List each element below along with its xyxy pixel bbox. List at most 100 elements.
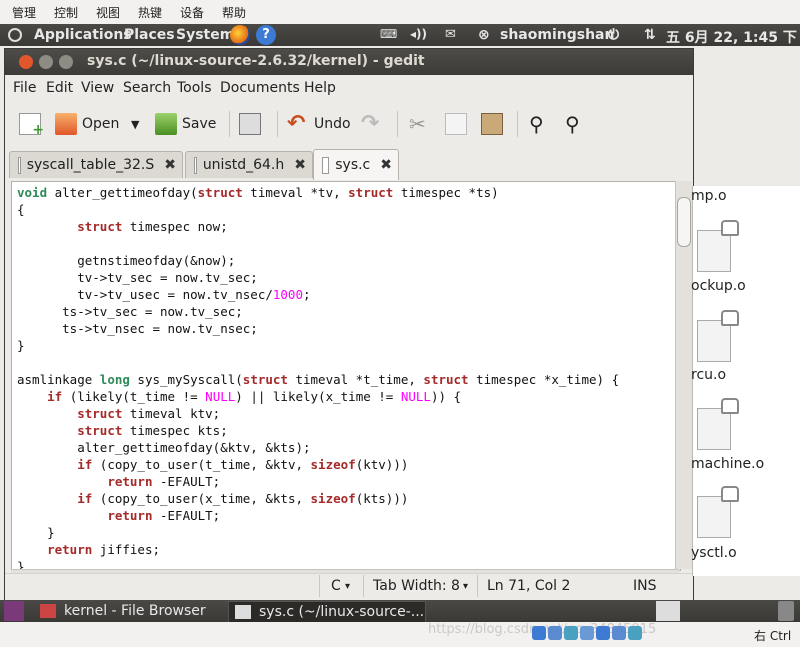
display-icon[interactable] [596,626,610,640]
file-name[interactable]: rcu.o [691,367,726,383]
firefox-icon[interactable] [230,25,250,45]
file-icon[interactable] [697,320,731,362]
menu-search[interactable]: Search [123,80,171,96]
find-replace-button[interactable]: ⚲ [565,109,592,139]
menu-help[interactable]: Help [304,80,336,96]
help-icon[interactable]: ? [256,25,276,45]
places-menu[interactable]: Places [124,27,175,43]
file-name[interactable]: ysctl.o [691,545,737,561]
applications-menu[interactable]: Applications [34,27,132,43]
code-line[interactable]: getnstimeofday(&now); [17,253,235,268]
minimize-window-icon[interactable] [39,55,53,69]
code-line[interactable]: if (likely(t_time != NULL) || likely(x_t… [17,389,461,404]
power-icon[interactable]: ⏻ [608,27,619,43]
username[interactable]: shaomingshan [500,27,614,43]
code-line[interactable]: struct timespec kts; [17,423,228,438]
cdrom-icon[interactable] [532,626,546,640]
system-menu[interactable]: System [176,27,234,43]
tab-width-selector[interactable]: Tab Width: 8 [373,578,460,594]
clock[interactable]: 五 6月 22, 1:45 下 [666,27,797,47]
code-line[interactable]: if (copy_to_user(x_time, &kts, sizeof(kt… [17,491,408,506]
code-line[interactable]: ts->tv_sec = now.tv_sec; [17,304,243,319]
new-button[interactable]: + [19,109,46,139]
code-line[interactable]: asmlinkage long sys_mySyscall(struct tim… [17,372,619,387]
file-name[interactable]: mp.o [691,188,727,204]
volume-icon[interactable]: ◂)) [410,27,427,41]
status-separator [477,575,478,597]
folder-icon [40,604,56,618]
menu-edit[interactable]: Edit [46,80,73,96]
network-icon[interactable]: ⇅ [644,27,656,43]
file-name[interactable]: ockup.o [691,278,746,294]
host-menu-devices[interactable]: 设备 [180,4,204,21]
code-line[interactable]: } [17,525,55,540]
network-adapter-icon[interactable] [564,626,578,640]
taskbar-item-gedit[interactable]: sys.c (~/linux-source-... [228,601,426,623]
close-tab-icon[interactable]: ✖ [164,157,176,173]
language-selector[interactable]: C [331,578,341,594]
close-tab-icon[interactable]: ✖ [380,157,392,173]
close-window-icon[interactable] [19,55,33,69]
close-tab-icon[interactable]: ✖ [294,157,306,173]
file-icon[interactable] [697,496,731,538]
gedit-window: sys.c (~/linux-source-2.6.32/kernel) - g… [4,48,694,602]
user-status-icon[interactable]: ⊗ [478,27,490,43]
open-button[interactable]: Open [55,109,119,139]
trash-icon[interactable] [778,601,794,621]
paste-button[interactable] [481,109,508,139]
code-line[interactable]: return -EFAULT; [17,474,220,489]
host-menu-control[interactable]: 控制 [54,4,78,21]
code-line[interactable]: tv->tv_sec = now.tv_sec; [17,270,258,285]
code-line[interactable]: if (copy_to_user(t_time, &ktv, sizeof(kt… [17,457,408,472]
host-menu-help[interactable]: 帮助 [222,4,246,21]
tab-sys-c[interactable]: sys.c ✖ [313,149,399,180]
file-name[interactable]: machine.o [691,456,764,472]
host-menu-manage[interactable]: 管理 [12,4,36,21]
code-line[interactable]: { [17,202,25,217]
print-button[interactable] [239,109,266,139]
keyboard-icon[interactable]: ⌨ [380,27,397,41]
menu-tools[interactable]: Tools [177,80,212,96]
file-icon[interactable] [697,230,731,272]
tab-syscall-table[interactable]: syscall_table_32.S ✖ [9,151,183,178]
menu-view[interactable]: View [81,80,114,96]
menu-documents[interactable]: Documents [220,80,300,96]
shared-folder-icon[interactable] [580,626,594,640]
notes-icon[interactable] [656,601,680,621]
mouse-integration-icon[interactable] [628,626,642,640]
code-line[interactable]: alter_gettimeofday(&ktv, &kts); [17,440,310,455]
code-view[interactable]: void alter_gettimeofday(struct timeval *… [17,184,619,570]
show-desktop-icon[interactable] [4,601,24,621]
mail-icon[interactable]: ✉ [445,27,456,42]
maximize-window-icon[interactable] [59,55,73,69]
usb-icon[interactable] [548,626,562,640]
find-button[interactable]: ⚲ [529,109,556,139]
code-line[interactable]: struct timeval ktv; [17,406,220,421]
code-line[interactable]: } [17,338,25,353]
print-icon [239,113,261,135]
code-line[interactable]: ts->tv_nsec = now.tv_nsec; [17,321,258,336]
cut-button[interactable]: ✂ [409,109,436,139]
undo-button[interactable]: ↶ Undo [287,109,351,139]
taskbar-item-file-browser[interactable]: kernel - File Browser [36,601,222,621]
redo-button[interactable]: ↷ [361,109,388,139]
host-menu-hotkey[interactable]: 热键 [138,4,162,21]
code-line[interactable]: void alter_gettimeofday(struct timeval *… [17,185,499,200]
open-recent-dropdown[interactable]: ▼ [131,109,139,139]
window-titlebar[interactable]: sys.c (~/linux-source-2.6.32/kernel) - g… [5,49,693,75]
copy-button[interactable] [445,109,472,139]
host-menu-view[interactable]: 视图 [96,4,120,21]
capture-icon[interactable] [612,626,626,640]
ubuntu-logo-icon[interactable] [8,28,22,42]
undo-arrow-icon: ↶ [287,111,306,136]
scrollbar-thumb[interactable] [677,197,691,247]
code-line[interactable]: struct timespec now; [17,219,228,234]
text-editor[interactable]: void alter_gettimeofday(struct timeval *… [11,181,681,571]
code-line[interactable]: tv->tv_usec = now.tv_nsec/1000; [17,287,310,302]
tab-unistd[interactable]: unistd_64.h ✖ [185,151,313,178]
code-line[interactable]: return jiffies; [17,542,160,557]
file-icon[interactable] [697,408,731,450]
code-line[interactable]: return -EFAULT; [17,508,220,523]
save-button[interactable]: Save [155,109,216,139]
menu-file[interactable]: File [13,80,36,96]
